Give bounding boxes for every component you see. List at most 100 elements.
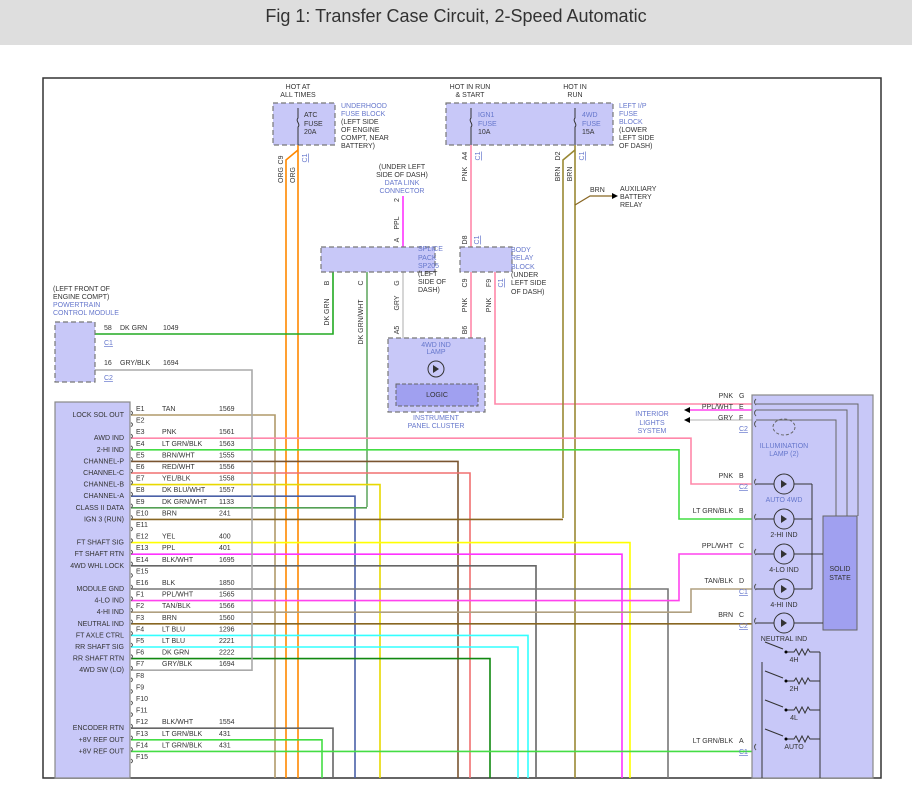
- pin-label: F5: [136, 638, 144, 645]
- indicator-label: 4-LO IND: [769, 567, 799, 574]
- wire-color: GRY: [718, 415, 733, 422]
- circuit-number: 1850: [219, 580, 235, 587]
- wire-color: RED/WHT: [162, 464, 195, 471]
- pin-label: C9: [278, 155, 285, 164]
- connector-label: C2: [104, 375, 113, 382]
- wire-color: DK GRN: [162, 650, 189, 657]
- solid-state-label: SOLID: [829, 566, 850, 573]
- connector-pin-icon: [130, 723, 133, 729]
- circuit-number: 1565: [219, 592, 235, 599]
- connector-label: C1: [474, 235, 481, 244]
- component-label: LAMP (2): [769, 451, 798, 458]
- pin-label: F8: [136, 673, 144, 680]
- wire-color: GRY/BLK: [120, 360, 151, 367]
- pin-label: G: [739, 393, 744, 400]
- circuit-number: 1558: [219, 476, 235, 483]
- pin-function: 4WD SW (LO): [79, 667, 124, 674]
- circuit-number: 1556: [219, 464, 235, 471]
- pin-function: CHANNEL-B: [84, 482, 125, 489]
- wire-label: PNK: [462, 166, 469, 181]
- connector-pin-icon: [130, 607, 133, 613]
- wire-color: BRN: [162, 510, 177, 517]
- pin-function: FT SHAFT RTN: [75, 551, 124, 558]
- wire-label: BRN: [555, 167, 562, 182]
- wire-color: PNK: [162, 429, 177, 436]
- solid-state-block: [822, 515, 858, 631]
- pin-label: B: [739, 508, 744, 515]
- component-label: POWERTRAIN: [53, 302, 100, 309]
- pin-label: E1: [136, 406, 145, 413]
- wire-color: LT GRN/BLK: [162, 441, 203, 448]
- pin-label: B: [739, 473, 744, 480]
- location-note: LEFT SIDE: [619, 135, 655, 142]
- wire-color: DK BLU/WHT: [162, 487, 206, 494]
- pin-label: E2: [136, 418, 145, 425]
- pin-label: E4: [136, 441, 145, 448]
- pin-label: C9: [462, 278, 469, 287]
- component-label: CONTROL MODULE: [53, 310, 119, 317]
- pin-label: F12: [136, 719, 148, 726]
- pin-label: B6: [462, 326, 469, 335]
- wire-label: DK GRN/WHT: [358, 299, 365, 345]
- pin-function: NEUTRAL IND: [78, 621, 124, 628]
- circuit-number: 1555: [219, 452, 235, 459]
- connector-pin-icon: [130, 422, 133, 428]
- connector-pin-icon: [130, 561, 133, 567]
- component-label: INTERIOR: [635, 411, 668, 418]
- connector-label: C1: [104, 340, 113, 347]
- org-wire: [285, 149, 299, 778]
- location-note: (LOWER: [619, 127, 647, 134]
- pin-label: E12: [136, 534, 149, 541]
- fuse-label: 4WD: [582, 112, 598, 119]
- wire-label: PNK: [462, 297, 469, 312]
- component-label: BLOCK: [619, 119, 643, 126]
- connector-pin-icon: [130, 746, 133, 752]
- connector-pin-icon: [130, 677, 133, 683]
- brn-wire: [562, 149, 576, 518]
- pin-function: FT AXLE CTRL: [76, 632, 124, 639]
- pin-label: C: [358, 280, 365, 285]
- connector-pin-icon: [130, 654, 133, 660]
- circuit-number: 1561: [219, 429, 235, 436]
- wire-f4: [131, 634, 529, 778]
- hot-label: RUN: [567, 92, 582, 99]
- circuit-number: 1569: [219, 406, 235, 413]
- circuit-number: 431: [219, 742, 231, 749]
- circuit-number: 1557: [219, 487, 235, 494]
- wire-color: BRN: [718, 612, 733, 619]
- wire-color: PPL/WHT: [162, 592, 194, 599]
- component-label: PANEL CLUSTER: [408, 423, 465, 430]
- position-label: 4L: [790, 715, 798, 722]
- pin-function: 4-LO IND: [94, 598, 124, 605]
- powertrain-control-module: [54, 321, 96, 383]
- pin-label: F15: [136, 754, 148, 761]
- pin-label: F14: [136, 742, 148, 749]
- connector-pin-icon: [130, 538, 133, 544]
- wire-color: BLK: [162, 580, 176, 587]
- pin-label: E: [739, 404, 744, 411]
- wire-color: LT GRN/BLK: [162, 731, 203, 738]
- circuit-number: 1133: [219, 499, 234, 506]
- component-label: ILLUMINATION: [760, 443, 809, 450]
- wire-e13: [131, 553, 623, 778]
- wire-label: PPL: [394, 216, 401, 229]
- switch-pin: BRN C C2: [718, 612, 757, 630]
- pin-label: F7: [136, 661, 144, 668]
- component-label: PACK: [418, 255, 437, 262]
- module-pin-f9: F9: [130, 684, 144, 694]
- circuit-number: 1563: [219, 441, 235, 448]
- location-note: DASH): [418, 287, 440, 294]
- wiring-diagram: HOT AT ALL TIMES ATC FUSE 20A UNDERHOOD …: [42, 77, 882, 779]
- component-label: BLOCK: [511, 264, 535, 271]
- pin-label: F2: [136, 603, 144, 610]
- circuit-number: 400: [219, 534, 231, 541]
- module-pin-f11: F11: [130, 708, 148, 718]
- pin-label: E14: [136, 557, 149, 564]
- connector-label: C1: [498, 278, 505, 287]
- connector-pin-icon: [130, 735, 133, 741]
- connector-pin-icon: [130, 596, 133, 602]
- wire-color: LT BLU: [162, 638, 185, 645]
- fuse-label: FUSE: [582, 121, 601, 128]
- location-note: COMPT, NEAR: [341, 135, 389, 142]
- location-note: SIDE OF: [418, 279, 446, 286]
